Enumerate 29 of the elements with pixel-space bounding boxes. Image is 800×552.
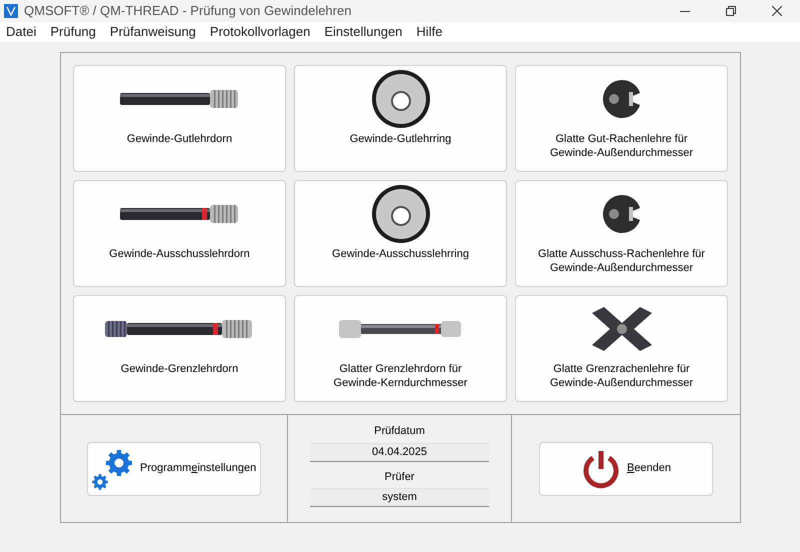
snap-gauge-drawing (590, 305, 654, 353)
power-icon (580, 448, 621, 488)
menu-item[interactable]: Datei (6, 22, 36, 42)
gauge-type-button[interactable]: Glatter Grenzlehrdorn für Gewinde-Kerndurchmesser (294, 295, 507, 402)
test-date-label: Prüfdatum (374, 424, 425, 439)
gauge-type-button[interactable]: Gewinde-Gutlehrdorn (73, 65, 286, 172)
inspector-label: Prüfer (384, 470, 414, 484)
test-date-field: 04.04.2025 (310, 442, 489, 462)
gauge-type-button[interactable]: Glatte Gut-Rachenlehre für Gewinde-Außendurchmesser (515, 65, 728, 172)
menu-item[interactable]: Einstellungen (324, 22, 402, 42)
thread-ring-gauge-drawing (370, 184, 430, 244)
close-icon (772, 6, 782, 16)
menu-item[interactable]: Prüfanweisung (110, 22, 196, 42)
gauge-type-button[interactable]: Gewinde-Gutlehrring (294, 65, 507, 172)
restore-icon (726, 6, 736, 16)
menu-item[interactable]: Protokollvorlagen (210, 22, 310, 42)
inspector-field: system (310, 488, 489, 507)
menu-item[interactable]: Hilfe (416, 22, 442, 42)
exit-button[interactable]: Beenden (539, 442, 713, 496)
app-icon (4, 4, 18, 18)
program-settings-button[interactable]: Programmeinstellungen (87, 442, 261, 496)
gauge-type-button[interactable]: Gewinde-Ausschusslehrdorn (73, 180, 286, 287)
window-title: QMSOFT® / QM-THREAD - Prüfung von Gewindelehren (24, 2, 352, 20)
thread-ring-gauge-drawing (370, 69, 430, 129)
gauge-type-button[interactable]: Glatte Grenzrachenlehre für Gewinde-Außendurchmesser (515, 295, 728, 402)
gauge-type-button[interactable]: Gewinde-Ausschusslehrring (294, 180, 507, 287)
gauge-type-button[interactable]: Gewinde-Grenzlehrdorn (73, 295, 286, 402)
gauge-type-button[interactable]: Glatte Ausschuss-Rachenlehre für Gewinde-Außendurchmesser (515, 180, 728, 287)
menu-item[interactable]: Prüfung (50, 22, 96, 42)
